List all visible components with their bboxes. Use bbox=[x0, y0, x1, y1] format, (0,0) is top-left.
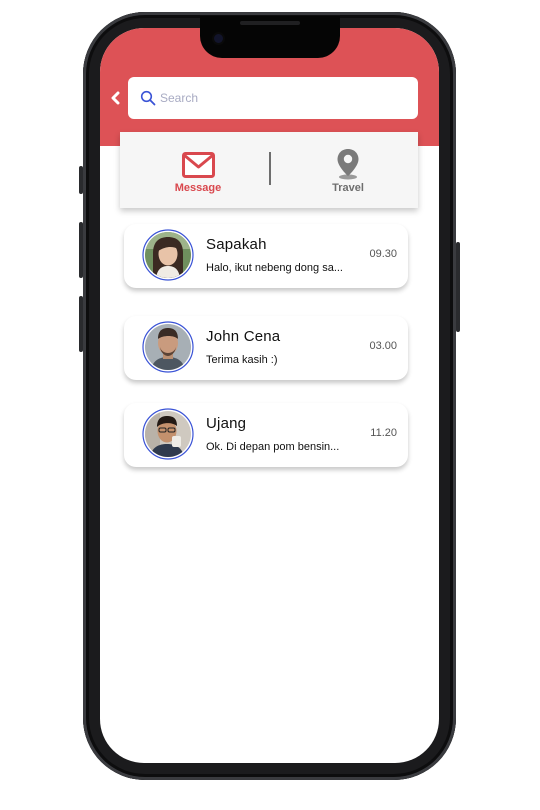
front-camera-icon bbox=[214, 34, 223, 43]
chat-name: Ujang bbox=[206, 415, 247, 432]
app-screen: Message Travel Sapakah bbox=[100, 28, 439, 763]
camera-notch bbox=[200, 16, 340, 58]
tab-panel: Message Travel bbox=[120, 132, 418, 208]
search-box[interactable] bbox=[128, 77, 418, 119]
chat-preview: Ok. Di depan pom bensin... bbox=[206, 441, 340, 453]
mail-icon bbox=[182, 152, 215, 178]
avatar-john-cena bbox=[142, 321, 194, 373]
location-pin-icon bbox=[337, 149, 359, 180]
chat-preview: Halo, ikut nebeng dong sa... bbox=[206, 262, 343, 274]
chat-item-sapakah[interactable]: Sapakah Halo, ikut nebeng dong sa... 09.… bbox=[124, 224, 408, 288]
avatar-ujang bbox=[142, 408, 194, 460]
tab-divider bbox=[269, 152, 271, 185]
speaker-grille bbox=[240, 21, 300, 25]
back-chevron-icon[interactable] bbox=[110, 91, 122, 105]
tab-message[interactable]: Message bbox=[128, 132, 268, 208]
chat-time: 09.30 bbox=[369, 248, 397, 260]
chat-preview: Terima kasih :) bbox=[206, 354, 278, 366]
tab-travel-label: Travel bbox=[332, 182, 364, 194]
chat-name: John Cena bbox=[206, 328, 281, 345]
tab-message-label: Message bbox=[174, 182, 222, 194]
chat-item-ujang[interactable]: Ujang Ok. Di depan pom bensin... 11.20 bbox=[124, 403, 408, 467]
tab-travel[interactable]: Travel bbox=[278, 132, 418, 208]
chat-time: 11.20 bbox=[370, 427, 397, 439]
avatar-sapakah bbox=[142, 229, 194, 281]
chat-name: Sapakah bbox=[206, 236, 267, 253]
search-input[interactable] bbox=[160, 77, 400, 119]
chat-item-john-cena[interactable]: John Cena Terima kasih :) 03.00 bbox=[124, 316, 408, 380]
power-button bbox=[456, 242, 460, 332]
search-icon bbox=[140, 90, 156, 106]
chat-time: 03.00 bbox=[369, 340, 397, 352]
